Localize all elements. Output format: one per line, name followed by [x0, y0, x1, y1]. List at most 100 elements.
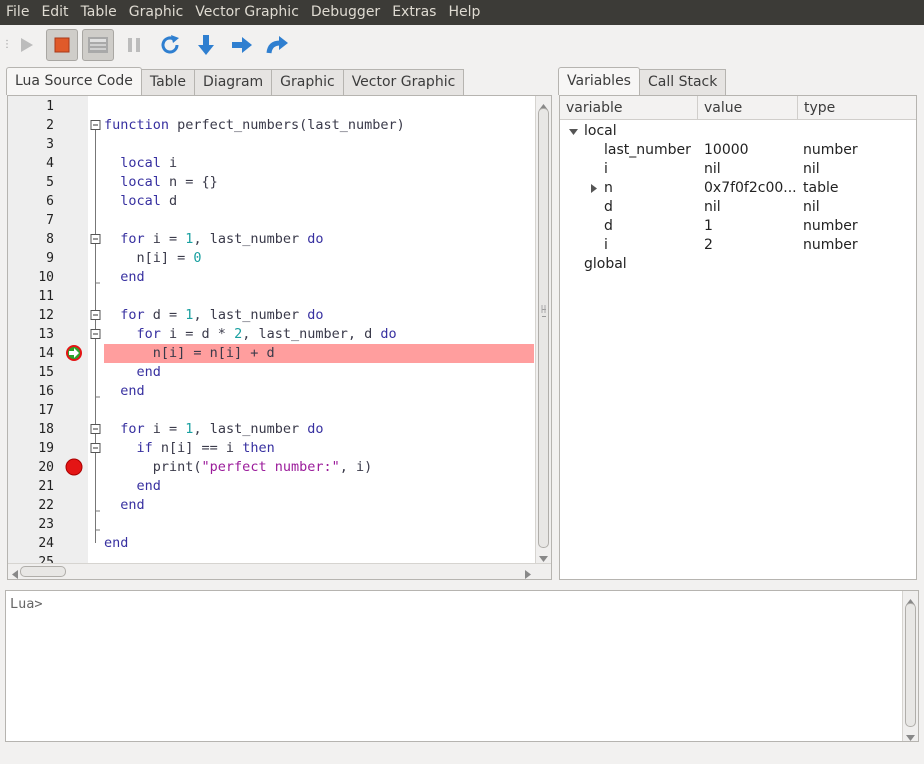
editor-vertical-scroll-thumb[interactable] — [538, 108, 549, 548]
restart-button[interactable] — [154, 29, 186, 61]
code-line[interactable]: function perfect_numbers(last_number) — [104, 116, 534, 135]
code-line[interactable]: end — [104, 268, 534, 287]
code-line[interactable]: for i = d * 2, last_number, d do — [104, 325, 534, 344]
code-line[interactable] — [104, 287, 534, 306]
code-line[interactable]: end — [104, 534, 534, 553]
current-line-arrow-icon[interactable] — [65, 344, 83, 362]
menu-debugger[interactable]: Debugger — [305, 0, 386, 25]
code-line[interactable]: end — [104, 382, 534, 401]
code-line[interactable]: end — [104, 496, 534, 515]
code-line[interactable] — [104, 97, 534, 116]
tree-node-local[interactable]: local — [560, 122, 916, 141]
tab-graphic[interactable]: Graphic — [271, 69, 344, 95]
pause-button[interactable] — [118, 29, 150, 61]
variable-row[interactable]: last_number 10000 number — [560, 141, 916, 160]
code-line[interactable]: if n[i] == i then — [104, 439, 534, 458]
code-line[interactable]: end — [104, 363, 534, 382]
code-line[interactable]: local i — [104, 154, 534, 173]
tab-lua-source-code[interactable]: Lua Source Code — [6, 67, 142, 95]
line-number: 18 — [38, 422, 54, 437]
variable-name: d — [604, 218, 613, 234]
line-number: 6 — [46, 194, 54, 209]
step-over-icon — [232, 37, 252, 53]
stop-button[interactable] — [46, 29, 78, 61]
menu-edit[interactable]: Edit — [35, 0, 74, 25]
lua-source-editor[interactable]: 1 2 3 4 5 6 7 8 9 10 11 12 13 14 15 16 17 18 19 20 21 22 23 24 2… — [7, 95, 552, 580]
code-line[interactable]: for i = 1, last_number do — [104, 420, 534, 439]
code-line[interactable]: end — [104, 477, 534, 496]
play-icon — [21, 38, 33, 52]
console-scroll-up-arrow-icon[interactable] — [906, 594, 915, 605]
variable-name: n — [604, 180, 613, 196]
horizontal-splitter-handle-icon[interactable] — [457, 583, 467, 595]
code-line[interactable]: n[i] = 0 — [104, 249, 534, 268]
variable-row[interactable]: d 1 number — [560, 217, 916, 236]
variables-header: variable value type — [560, 96, 916, 120]
scroll-down-arrow-icon[interactable] — [539, 551, 548, 562]
global-label: global — [584, 256, 627, 272]
tab-vector-graphic[interactable]: Vector Graphic — [342, 69, 465, 95]
step-into-button[interactable] — [190, 29, 222, 61]
current-code-line[interactable]: n[i] = n[i] + d — [104, 344, 534, 363]
step-over-button[interactable] — [226, 29, 258, 61]
code-line[interactable] — [104, 401, 534, 420]
variable-name: last_number — [604, 142, 691, 158]
lua-console[interactable]: Lua> — [5, 590, 919, 742]
menu-file[interactable]: File — [0, 0, 35, 25]
console-scroll-thumb[interactable] — [905, 603, 916, 727]
tree-node-global[interactable]: global — [560, 255, 916, 274]
tab-table[interactable]: Table — [140, 69, 196, 95]
step-display-button[interactable] — [82, 29, 114, 61]
variable-row[interactable]: i nil nil — [560, 160, 916, 179]
local-label: local — [584, 123, 617, 139]
editor-horizontal-scroll-thumb[interactable] — [20, 566, 66, 577]
step-out-button[interactable] — [262, 29, 294, 61]
editor-horizontal-scrollbar[interactable] — [8, 563, 551, 579]
variable-row[interactable]: n 0x7f0f2c00... table — [560, 179, 916, 198]
header-variable[interactable]: variable — [560, 96, 698, 120]
code-line[interactable]: local d — [104, 192, 534, 211]
code-line[interactable]: for d = 1, last_number do — [104, 306, 534, 325]
code-area[interactable]: function perfect_numbers(last_number) lo… — [104, 96, 534, 564]
pause-icon — [128, 38, 140, 52]
tab-diagram[interactable]: Diagram — [194, 69, 273, 95]
line-number: 9 — [46, 251, 54, 266]
line-number-gutter[interactable]: 1 2 3 4 5 6 7 8 9 10 11 12 13 14 15 16 17 18 19 20 21 22 23 24 2… — [8, 96, 88, 564]
breakpoint-icon[interactable] — [65, 458, 83, 476]
code-line[interactable]: for i = 1, last_number do — [104, 230, 534, 249]
scroll-right-arrow-icon[interactable] — [524, 567, 532, 579]
variable-value: 0x7f0f2c00... — [704, 180, 796, 196]
variable-row[interactable]: d nil nil — [560, 198, 916, 217]
scroll-up-arrow-icon[interactable] — [539, 99, 548, 110]
code-line[interactable] — [104, 135, 534, 154]
console-scroll-down-arrow-icon[interactable] — [906, 730, 915, 741]
toolbar-grip-icon[interactable]: ⋮ — [2, 35, 12, 55]
menu-extras[interactable]: Extras — [386, 0, 442, 25]
menu-help[interactable]: Help — [442, 0, 486, 25]
code-line[interactable]: print("perfect number:", i) — [104, 458, 534, 477]
splitter-handle-icon[interactable] — [540, 302, 548, 313]
expanded-arrow-icon[interactable] — [569, 128, 578, 136]
code-line[interactable] — [104, 515, 534, 534]
header-type[interactable]: type — [798, 96, 916, 120]
editor-vertical-scrollbar[interactable] — [535, 96, 551, 564]
code-line[interactable] — [104, 211, 534, 230]
step-out-icon — [266, 36, 288, 54]
header-value[interactable]: value — [698, 96, 798, 120]
menu-vector-graphic[interactable]: Vector Graphic — [189, 0, 305, 25]
collapsed-arrow-icon[interactable] — [590, 184, 598, 193]
code-line[interactable]: local n = {} — [104, 173, 534, 192]
variable-type: number — [803, 218, 858, 234]
stop-icon — [54, 37, 70, 53]
run-button[interactable] — [10, 29, 42, 61]
menu-table[interactable]: Table — [75, 0, 123, 25]
tab-call-stack[interactable]: Call Stack — [638, 69, 727, 95]
fold-margin[interactable] — [88, 96, 104, 564]
variable-row[interactable]: i 2 number — [560, 236, 916, 255]
console-vertical-scrollbar[interactable] — [902, 591, 918, 741]
tab-variables[interactable]: Variables — [558, 67, 640, 95]
menu-graphic[interactable]: Graphic — [123, 0, 190, 25]
scroll-left-arrow-icon[interactable] — [11, 567, 19, 579]
debug-toolbar: ⋮ — [0, 25, 924, 65]
line-number: 13 — [38, 327, 54, 342]
